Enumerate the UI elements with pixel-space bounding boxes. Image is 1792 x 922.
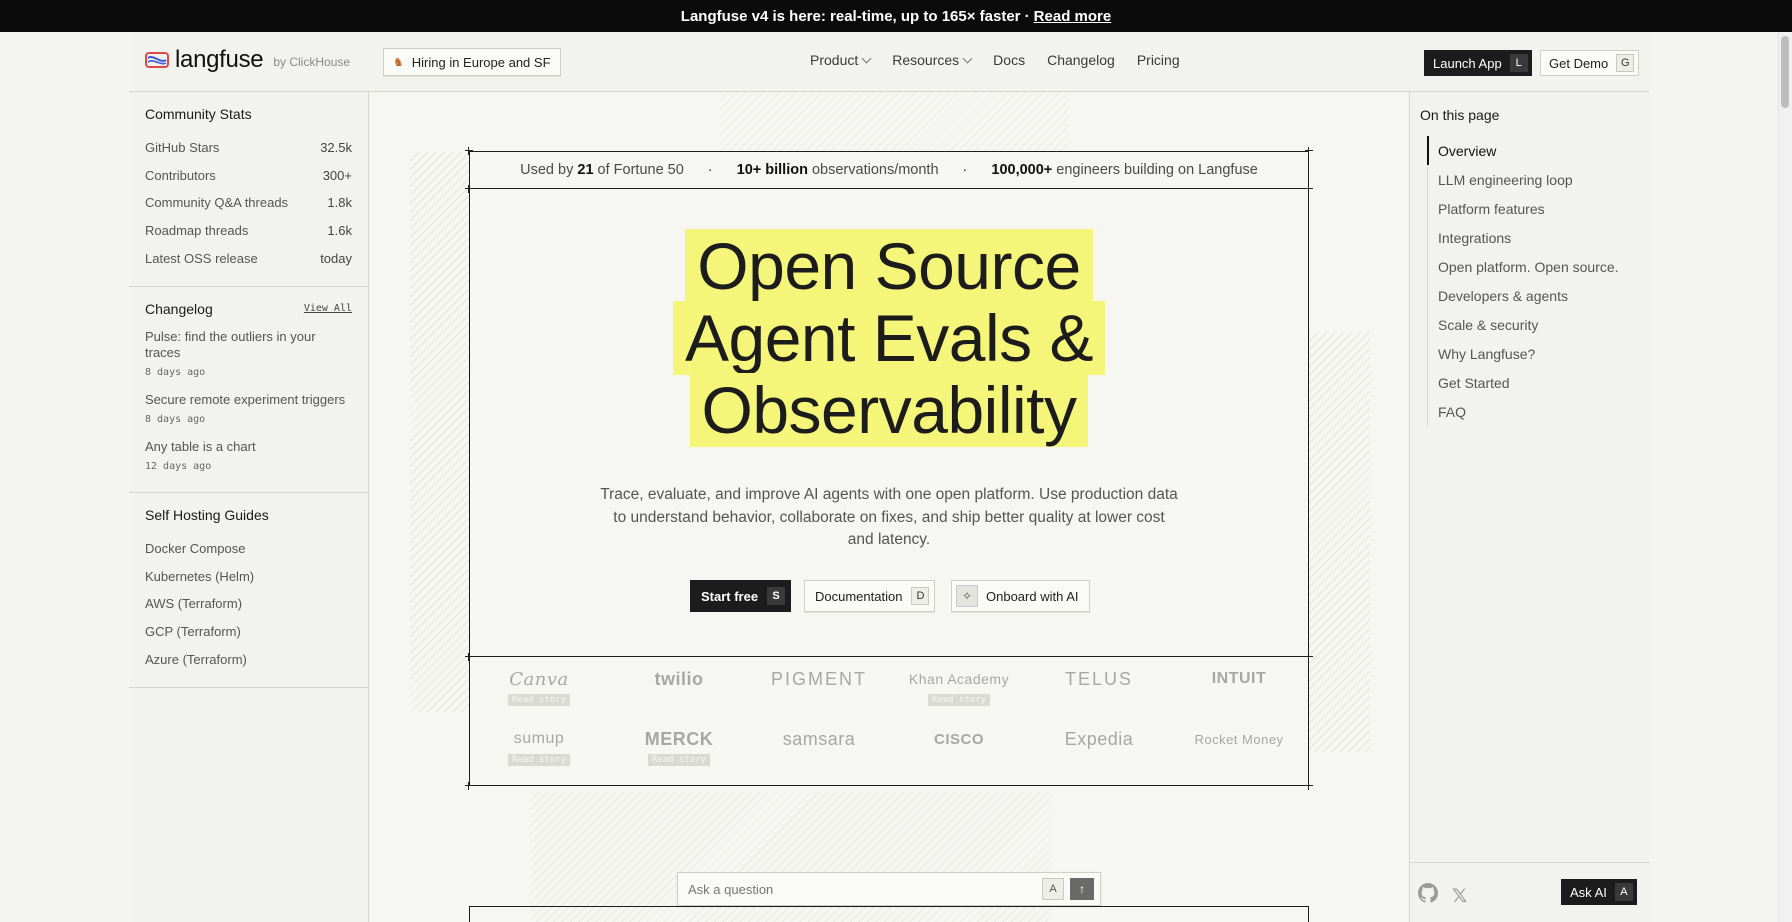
hiring-button[interactable]: ♞ Hiring in Europe and SF <box>383 48 561 76</box>
ask-ai-button[interactable]: Ask AI A <box>1561 879 1637 905</box>
toc-open-platform[interactable]: Open platform. Open source. <box>1428 252 1619 281</box>
github-icon[interactable] <box>1418 883 1438 903</box>
toc-integrations[interactable]: Integrations <box>1428 223 1619 252</box>
community-stats-section: Community Stats GitHub Stars 32.5k Contri… <box>129 92 368 287</box>
toc-title: On this page <box>1420 107 1500 123</box>
changelog-item[interactable]: Pulse: find the outliers in your traces 8… <box>145 329 352 378</box>
guide-aws[interactable]: AWS (Terraform) <box>145 590 352 618</box>
announcement-text: Langfuse v4 is here: real-time, up to 16… <box>680 7 1030 25</box>
get-demo-button[interactable]: Get Demo G <box>1540 50 1640 76</box>
main-nav: Product Resources Docs Changelog Pricing <box>810 52 1180 68</box>
toc-why-langfuse[interactable]: Why Langfuse? <box>1428 339 1619 368</box>
brand-byline: by ClickHouse <box>273 55 351 69</box>
nav-resources[interactable]: Resources <box>892 52 973 68</box>
community-stats-title: Community Stats <box>145 106 252 122</box>
x-twitter-icon[interactable]: 𝕏 <box>1452 885 1467 908</box>
chevron-down-icon <box>861 53 872 63</box>
toc-developers-agents[interactable]: Developers & agents <box>1428 281 1619 310</box>
stat-latest-release[interactable]: Latest OSS release today <box>145 244 352 272</box>
self-hosting-section: Self Hosting Guides Docker Compose Kuber… <box>129 493 368 688</box>
launch-app-button[interactable]: Launch App L <box>1424 50 1532 76</box>
toc-llm-engineering-loop[interactable]: LLM engineering loop <box>1428 165 1619 194</box>
guide-azure[interactable]: Azure (Terraform) <box>145 645 352 673</box>
changelog-title: Changelog <box>145 300 213 317</box>
announcement-read-more-link[interactable]: Read more <box>1034 8 1112 25</box>
shortcut-key: G <box>1616 54 1635 72</box>
sidebar-footer: 𝕏 Ask AI A <box>1410 862 1650 922</box>
nav-changelog[interactable]: Changelog <box>1047 52 1115 68</box>
guide-kubernetes[interactable]: Kubernetes (Helm) <box>145 563 352 591</box>
langfuse-logo-icon <box>145 52 169 68</box>
changelog-view-all-link[interactable]: View All <box>304 303 352 314</box>
stat-contributors[interactable]: Contributors 300+ <box>145 162 352 190</box>
page-scrollbar[interactable] <box>1778 32 1792 922</box>
shortcut-key: L <box>1509 54 1528 72</box>
left-sidebar: Community Stats GitHub Stars 32.5k Contri… <box>129 92 369 922</box>
stat-github-stars[interactable]: GitHub Stars 32.5k <box>145 134 352 162</box>
self-hosting-title: Self Hosting Guides <box>145 506 269 523</box>
table-of-contents: Overview LLM engineering loop Platform f… <box>1427 136 1619 426</box>
nav-docs[interactable]: Docs <box>993 52 1025 68</box>
chevron-down-icon <box>962 53 973 63</box>
guide-gcp[interactable]: GCP (Terraform) <box>145 618 352 646</box>
brand-logo[interactable]: langfuse by ClickHouse <box>145 46 350 74</box>
shortcut-key: A <box>1614 883 1633 901</box>
right-sidebar: On this page Overview LLM engineering lo… <box>1409 92 1650 922</box>
stat-roadmap-threads[interactable]: Roadmap threads 1.6k <box>145 217 352 245</box>
toc-get-started[interactable]: Get Started <box>1428 368 1619 397</box>
nav-pricing[interactable]: Pricing <box>1137 52 1180 68</box>
toc-overview[interactable]: Overview <box>1427 136 1619 165</box>
announcement-bar: Langfuse v4 is here: real-time, up to 16… <box>0 0 1792 32</box>
guide-docker-compose[interactable]: Docker Compose <box>145 535 352 563</box>
toc-platform-features[interactable]: Platform features <box>1428 194 1619 223</box>
brand-name: langfuse <box>175 46 264 73</box>
toc-faq[interactable]: FAQ <box>1428 397 1619 426</box>
llama-icon: ♞ <box>393 55 404 69</box>
toc-scale-security[interactable]: Scale & security <box>1428 310 1619 339</box>
changelog-item[interactable]: Secure remote experiment triggers 8 days … <box>145 392 352 425</box>
stat-qa-threads[interactable]: Community Q&A threads 1.8k <box>145 189 352 217</box>
changelog-item[interactable]: Any table is a chart 12 days ago <box>145 439 352 472</box>
nav-product[interactable]: Product <box>810 52 872 68</box>
scrollbar-thumb[interactable] <box>1781 36 1789 108</box>
changelog-section: Changelog View All Pulse: find the outlie… <box>129 287 368 493</box>
